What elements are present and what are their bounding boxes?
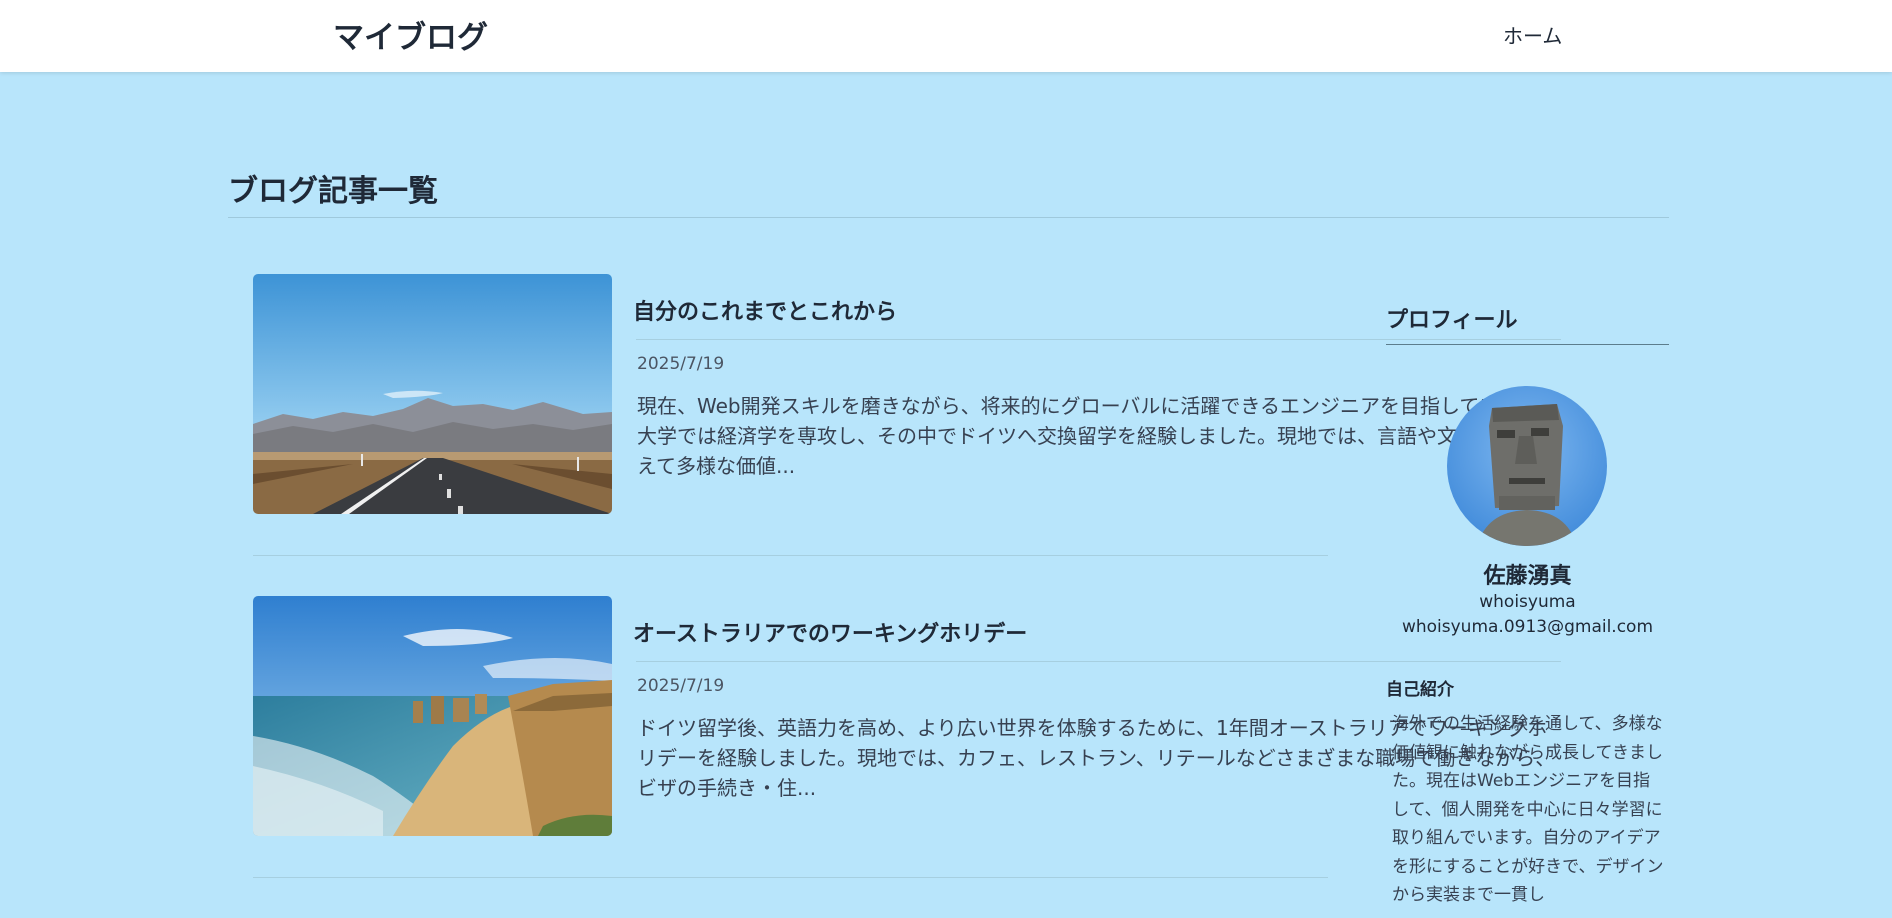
intro-heading: 自己紹介	[1386, 680, 1454, 700]
site-header: マイブログ ホーム	[0, 0, 1892, 72]
site-title-link[interactable]: マイブログ	[333, 12, 488, 57]
profile-heading: プロフィール	[1386, 308, 1518, 333]
avatar	[1447, 386, 1607, 546]
moai-avatar-image	[1447, 386, 1607, 546]
post-divider	[253, 555, 1328, 556]
profile-handle: whoisyuma	[1479, 592, 1576, 612]
post-excerpt: 現在、Web開発スキルを磨きながら、将来的にグローバルに活躍できるエンジニアを目…	[637, 394, 1558, 478]
post-title[interactable]: オーストラリアでのワーキングホリデー	[633, 616, 1027, 648]
post-title[interactable]: 自分のこれまでとこれから	[633, 294, 897, 326]
profile-divider	[1386, 344, 1669, 345]
post-card[interactable]: オーストラリアでのワーキングホリデー 2025/7/19 ドイツ留学後、英語力を…	[253, 596, 1561, 918]
profile-name: 佐藤湧真	[1483, 564, 1572, 589]
intro-text: 海外での生活経験を通して、多様な価値観に触れながら成長してきました。現在はWeb…	[1392, 714, 1664, 905]
post-thumbnail-coast[interactable]	[253, 596, 612, 836]
road-landscape-image	[253, 274, 612, 514]
post-date: 2025/7/19	[637, 676, 725, 696]
page-title: ブログ記事一覧	[228, 174, 438, 209]
heading-divider	[228, 217, 1669, 218]
post-title-divider	[636, 339, 1561, 340]
post-thumbnail-road[interactable]	[253, 274, 612, 514]
nav-home-link[interactable]: ホーム	[1503, 20, 1562, 49]
post-date: 2025/7/19	[637, 354, 725, 374]
profile-email: whoisyuma.0913@gmail.com	[1401, 617, 1654, 637]
coastline-image	[253, 596, 612, 836]
post-title-divider	[636, 661, 1561, 662]
post-card[interactable]: 自分のこれまでとこれから 2025/7/19 現在、Web開発スキルを磨きながら…	[253, 274, 1561, 596]
post-divider	[253, 877, 1328, 878]
